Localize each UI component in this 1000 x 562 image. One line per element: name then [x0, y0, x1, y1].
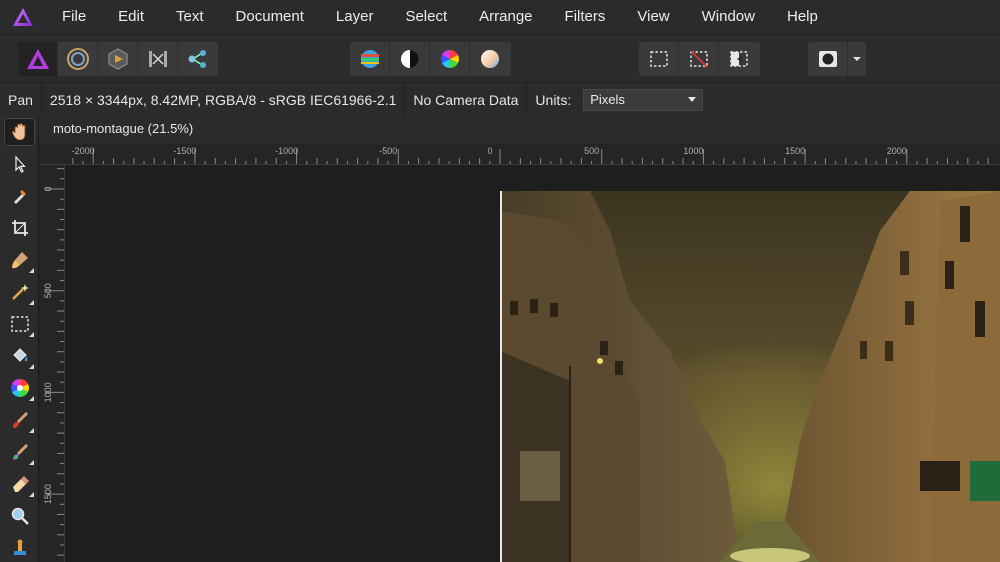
- ruler-label: -1500: [173, 146, 196, 156]
- menu-select[interactable]: Select: [389, 0, 463, 34]
- ruler-label: 0: [43, 186, 53, 191]
- hand-tool-icon: [11, 123, 25, 141]
- erase-brush-tool[interactable]: [0, 468, 39, 500]
- vertical-ruler-ticks: 0 500 1000 1500: [43, 168, 64, 556]
- color-replacement-brush-icon: [12, 443, 28, 460]
- crop-tool[interactable]: [0, 212, 39, 244]
- ruler-label: -500: [379, 146, 397, 156]
- selection-group: [639, 42, 760, 76]
- ruler-label: 1000: [43, 382, 53, 402]
- ruler-label: 1500: [43, 484, 53, 504]
- selection-brush-icon: [11, 252, 28, 269]
- deselect-icon[interactable]: [679, 42, 719, 76]
- erase-brush-icon: [12, 476, 29, 492]
- ruler-label: -2000: [72, 146, 95, 156]
- tool-group-indicator: [29, 332, 34, 337]
- flood-fill-tool[interactable]: [0, 340, 39, 372]
- horizontal-ruler-ticks: -2000 -1500 -1000 -500 0 500 1000 1500 2000: [72, 146, 989, 164]
- clone-brush-tool[interactable]: [0, 532, 39, 562]
- export-persona-icon[interactable]: [178, 42, 218, 76]
- auto-colors-icon[interactable]: [430, 42, 470, 76]
- marquee-selection-icon[interactable]: [639, 42, 679, 76]
- clone-brush-icon: [13, 539, 26, 555]
- ruler-label: -1000: [275, 146, 298, 156]
- liquify-persona-icon[interactable]: [58, 42, 98, 76]
- auto-adjustment-group: [350, 42, 511, 76]
- ruler-label: 500: [43, 283, 53, 298]
- menu-bar: File Edit Text Document Layer Select Arr…: [0, 0, 1000, 34]
- move-tool[interactable]: [0, 148, 39, 180]
- menu-edit[interactable]: Edit: [102, 0, 160, 34]
- ruler-label: 1000: [683, 146, 703, 156]
- camera-data-label: No Camera Data: [413, 91, 519, 108]
- persona-group: [18, 42, 218, 76]
- zoom-tool-icon: [11, 507, 29, 525]
- document-tab[interactable]: moto-montague (21.5%): [53, 121, 193, 136]
- color-picker-tool[interactable]: [0, 180, 39, 212]
- ruler-label: 0: [487, 146, 492, 156]
- menu-window[interactable]: Window: [686, 0, 771, 34]
- tool-group-indicator: [29, 364, 34, 369]
- paint-brush-icon: [12, 411, 28, 428]
- tool-group-indicator: [29, 300, 34, 305]
- toolbar: [0, 34, 1000, 82]
- rectangular-marquee-icon: [10, 316, 29, 332]
- paint-brush-tool[interactable]: [0, 404, 39, 436]
- gradient-tool-icon: [10, 379, 29, 397]
- color-replacement-brush-tool[interactable]: [0, 436, 39, 468]
- context-toolbar: Pan 2518 × 3344px, 8.42MP, RGBA/8 - sRGB…: [0, 82, 1000, 117]
- units-select[interactable]: Pixels: [583, 88, 704, 111]
- menu-file[interactable]: File: [46, 0, 102, 34]
- invert-selection-icon[interactable]: [719, 42, 759, 76]
- units-label: Units:: [535, 91, 572, 108]
- vertical-ruler[interactable]: 0 500 1000 1500: [39, 165, 65, 562]
- menu-view[interactable]: View: [621, 0, 685, 34]
- photo-persona-icon[interactable]: [18, 42, 58, 76]
- units-value: Pixels: [590, 92, 625, 107]
- auto-white-balance-icon[interactable]: [470, 42, 510, 76]
- move-tool-icon: [14, 155, 26, 173]
- document-info: 2518 × 3344px, 8.42MP, RGBA/8 - sRGB IEC…: [49, 91, 397, 108]
- magic-wand-tool[interactable]: [0, 276, 39, 308]
- document-image[interactable]: [500, 191, 1000, 562]
- ruler-label: 2000: [887, 146, 907, 156]
- chevron-down-icon: [688, 97, 697, 102]
- gradient-tool[interactable]: [0, 372, 39, 404]
- tool-group-indicator: [29, 396, 34, 401]
- tool-group-indicator: [29, 492, 34, 497]
- menu-arrange[interactable]: Arrange: [463, 0, 548, 34]
- auto-contrast-icon[interactable]: [390, 42, 430, 76]
- menu-document[interactable]: Document: [220, 0, 320, 34]
- flood-fill-icon: [12, 348, 27, 362]
- crop-tool-icon: [11, 220, 28, 236]
- menu-filters[interactable]: Filters: [549, 0, 622, 34]
- tone-mapping-persona-icon[interactable]: [138, 42, 178, 76]
- menu-help[interactable]: Help: [771, 0, 834, 34]
- quick-mask-group: [808, 42, 866, 76]
- hand-tool[interactable]: [0, 116, 39, 148]
- auto-levels-icon[interactable]: [350, 42, 390, 76]
- menu-layer[interactable]: Layer: [320, 0, 390, 34]
- selection-brush-tool[interactable]: [0, 244, 39, 276]
- current-tool-label: Pan: [8, 91, 33, 108]
- dropdown-arrow-icon[interactable]: [848, 42, 866, 76]
- magic-wand-icon: [11, 284, 29, 300]
- ruler-label: 1500: [785, 146, 805, 156]
- horizontal-ruler[interactable]: -2000 -1500 -1000 -500 0 500 1000 1500 2000: [39, 143, 1000, 165]
- tools-panel: [0, 116, 39, 562]
- canvas[interactable]: [66, 166, 1000, 562]
- ruler-label: 500: [584, 146, 599, 156]
- quick-mask-icon[interactable]: [808, 42, 848, 76]
- tool-group-indicator: [29, 460, 34, 465]
- menu-text[interactable]: Text: [160, 0, 220, 34]
- color-picker-icon: [13, 190, 26, 204]
- zoom-tool[interactable]: [0, 500, 39, 532]
- rectangular-marquee-tool[interactable]: [0, 308, 39, 340]
- develop-persona-icon[interactable]: [98, 42, 138, 76]
- document-tab-bar: moto-montague (21.5%): [39, 116, 1000, 143]
- tool-group-indicator: [29, 428, 34, 433]
- tool-group-indicator: [29, 268, 34, 273]
- affinity-photo-logo-icon[interactable]: [0, 0, 46, 34]
